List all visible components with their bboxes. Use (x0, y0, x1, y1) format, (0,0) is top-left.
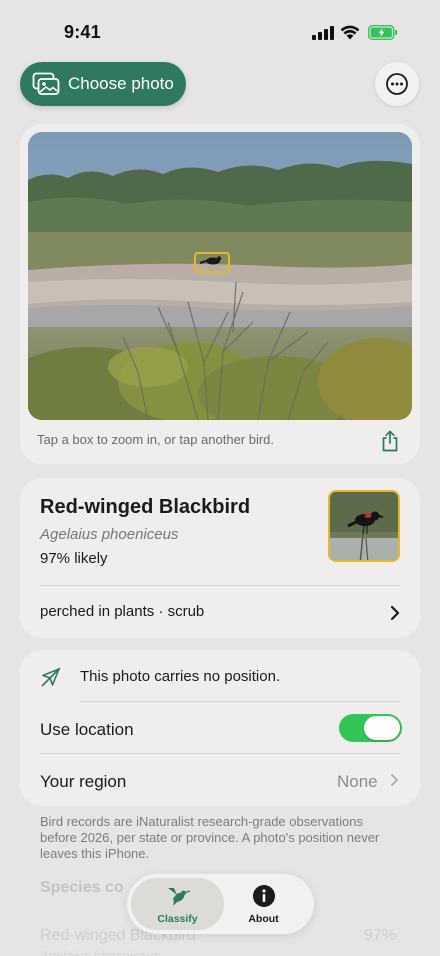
use-location-label: Use location (40, 720, 134, 739)
photo-stack-icon (32, 72, 60, 95)
more-options-button[interactable] (375, 62, 419, 106)
species-row-scientific: Agelaius phoeniceus (40, 948, 160, 956)
share-icon[interactable] (380, 430, 400, 452)
bird-detection-box[interactable] (194, 252, 230, 273)
no-position-note: This photo carries no position. (80, 668, 281, 685)
tab-bar: Classify About (127, 874, 314, 934)
choose-photo-label: Choose photo (68, 74, 174, 93)
chevron-right-icon (391, 774, 398, 786)
blackbird-thumbnail-image (330, 492, 398, 560)
region-value[interactable]: None (337, 772, 378, 792)
location-slash-icon (41, 667, 61, 687)
chevron-right-icon (390, 605, 400, 621)
identification-result-card: Red-winged Blackbird Agelaius phoeniceus… (20, 478, 420, 638)
toggle-knob (364, 716, 400, 740)
location-divider-1 (80, 701, 400, 702)
hummingbird-icon (168, 888, 190, 906)
status-bar: 9:41 (0, 0, 440, 64)
bird-crop-thumbnail[interactable] (328, 490, 400, 562)
status-time: 9:41 (64, 22, 101, 42)
use-location-toggle[interactable] (339, 714, 402, 742)
choose-photo-button[interactable]: Choose photo (20, 62, 186, 106)
location-divider-2 (40, 753, 400, 754)
region-label: Your region (40, 772, 127, 791)
cellular-signal-icon (312, 26, 334, 40)
species-common-name: Red-winged Blackbird (40, 496, 251, 518)
habitat-label: perched in plants · scrub (40, 603, 205, 620)
marsh-scene-image (28, 132, 412, 420)
species-scientific-name: Agelaius phoeniceus (40, 526, 179, 543)
photo-card: Tap a box to zoom in, or tap another bir… (20, 124, 420, 464)
habitat-row[interactable]: perched in plants · scrub (20, 586, 420, 638)
location-card: This photo carries no position. Use loca… (20, 650, 420, 806)
tab-about[interactable]: About (217, 878, 310, 930)
species-likelihood: 97% likely (40, 550, 108, 567)
tab-classify-label: Classify (157, 913, 198, 925)
info-circle-icon (253, 885, 275, 907)
tab-about-label: About (248, 913, 279, 925)
wifi-icon (340, 25, 360, 40)
bird-photo[interactable] (28, 132, 412, 420)
data-source-footnote: Bird records are iNaturalist research-gr… (40, 814, 380, 861)
battery-charging-icon (368, 25, 398, 40)
species-row-percent: 97% (364, 927, 397, 944)
photo-hint: Tap a box to zoom in, or tap another bir… (37, 432, 275, 447)
species-section-title: Species co (40, 879, 124, 896)
ellipsis-circle-icon (386, 73, 408, 95)
tab-classify[interactable]: Classify (131, 878, 224, 930)
